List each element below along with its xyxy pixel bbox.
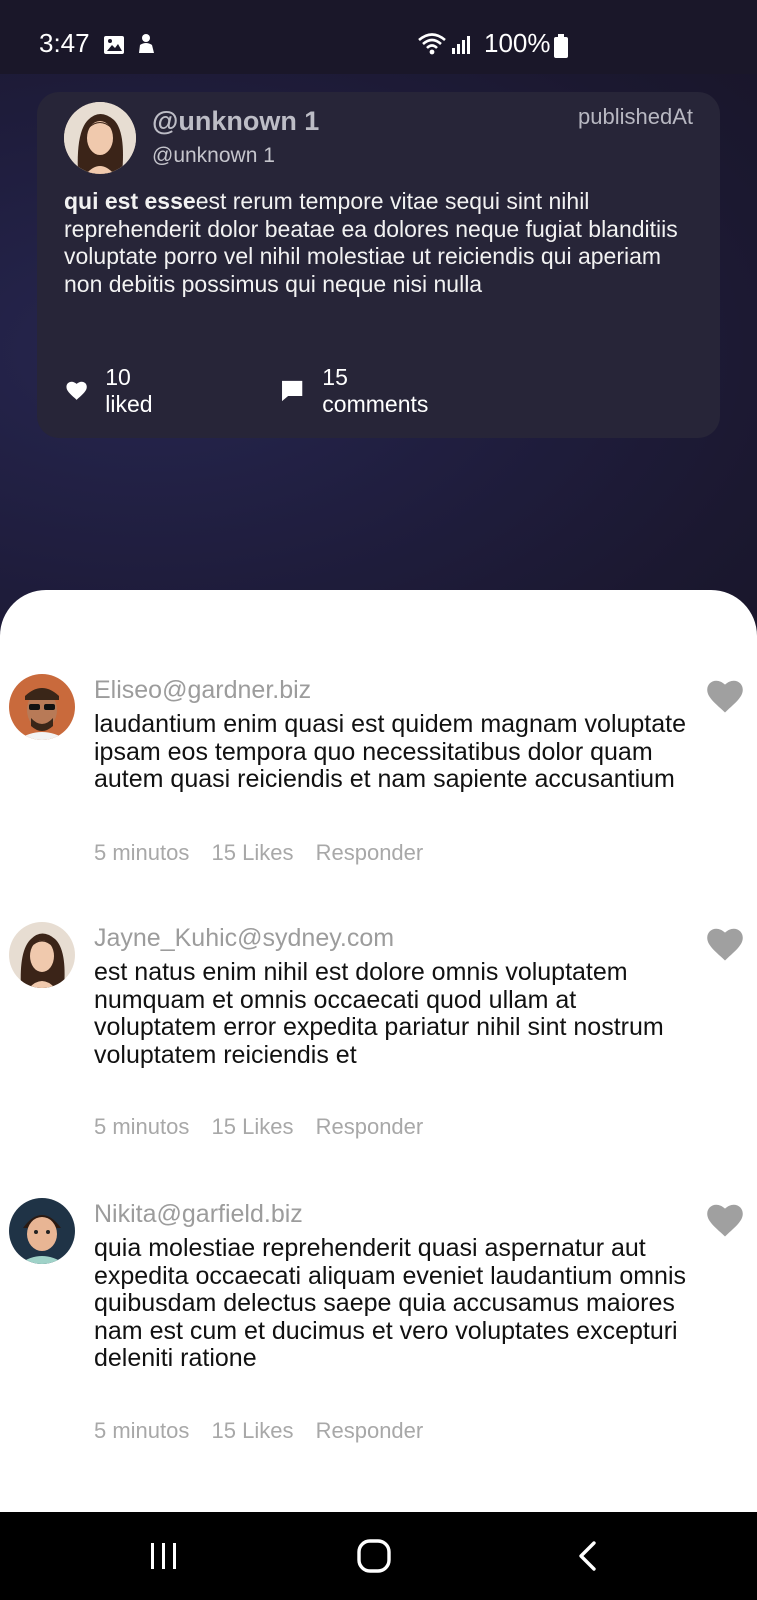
battery-percentage: 100% [484, 28, 551, 58]
notification-icon [139, 34, 154, 53]
status-time: 3:47 [39, 28, 90, 58]
signal-icon [452, 36, 470, 54]
comments-sheet: Eliseo@gardner.biz laudantium enim quasi… [0, 590, 757, 1512]
status-bar: 3:47 100% [0, 0, 757, 74]
post-comments-count: 15 comments [322, 364, 429, 417]
post-card[interactable]: @unknown 1 @unknown 1 publishedAt qui es… [37, 92, 720, 438]
gallery-icon [104, 36, 124, 54]
wifi-icon [418, 33, 446, 55]
comment-time: 5 minutos [94, 1418, 190, 1443]
comment-meta: 5 minutos 15 Likes Responder [94, 1418, 439, 1444]
comment-likes: 15 Likes [211, 1418, 294, 1443]
comment-time: 5 minutos [94, 1114, 190, 1139]
comment-reply-button[interactable]: Responder [316, 1114, 424, 1139]
home-icon[interactable] [356, 1538, 392, 1574]
comment-avatar[interactable] [9, 674, 75, 740]
comment-avatar[interactable] [9, 1198, 75, 1264]
comment-icon [282, 380, 303, 402]
heart-icon [66, 381, 87, 400]
post-body: qui est esseest rerum tempore vitae sequ… [64, 188, 684, 298]
post-author-name[interactable]: @unknown 1 [152, 106, 319, 137]
comment-text: quia molestiae reprehenderit quasi asper… [94, 1234, 687, 1372]
comment-reply-button[interactable]: Responder [316, 1418, 424, 1443]
comment-text: laudantium enim quasi est quidem magnam … [94, 710, 687, 793]
comment-reply-button[interactable]: Responder [316, 840, 424, 865]
back-icon[interactable] [576, 1540, 598, 1572]
comment-author[interactable]: Eliseo@gardner.biz [94, 676, 311, 705]
battery-icon [554, 34, 568, 58]
comment-author[interactable]: Jayne_Kuhic@sydney.com [94, 924, 394, 953]
comment-likes: 15 Likes [211, 1114, 294, 1139]
comment-time: 5 minutos [94, 840, 190, 865]
comment-like-heart-icon[interactable] [706, 928, 744, 962]
post-published-at: publishedAt [578, 104, 693, 129]
post-like-button[interactable]: 10 liked [66, 364, 161, 418]
comment-author[interactable]: Nikita@garfield.biz [94, 1200, 303, 1229]
comment-text: est natus enim nihil est dolore omnis vo… [94, 958, 664, 1069]
comment-likes: 15 Likes [211, 840, 294, 865]
comment-like-heart-icon[interactable] [706, 680, 744, 714]
post-comments-button[interactable]: 15 comments [280, 364, 434, 418]
post-likes-count: 10 liked [105, 364, 153, 417]
post-author-handle: @unknown 1 [152, 144, 275, 167]
recent-apps-icon[interactable] [148, 1540, 180, 1572]
comment-avatar[interactable] [9, 922, 75, 988]
system-navigation-bar [0, 1512, 757, 1600]
post-title: qui est esse [64, 188, 196, 214]
comment-like-heart-icon[interactable] [706, 1204, 744, 1238]
post-author-avatar[interactable] [64, 102, 136, 174]
comment-meta: 5 minutos 15 Likes Responder [94, 840, 439, 866]
comment-meta: 5 minutos 15 Likes Responder [94, 1114, 439, 1140]
